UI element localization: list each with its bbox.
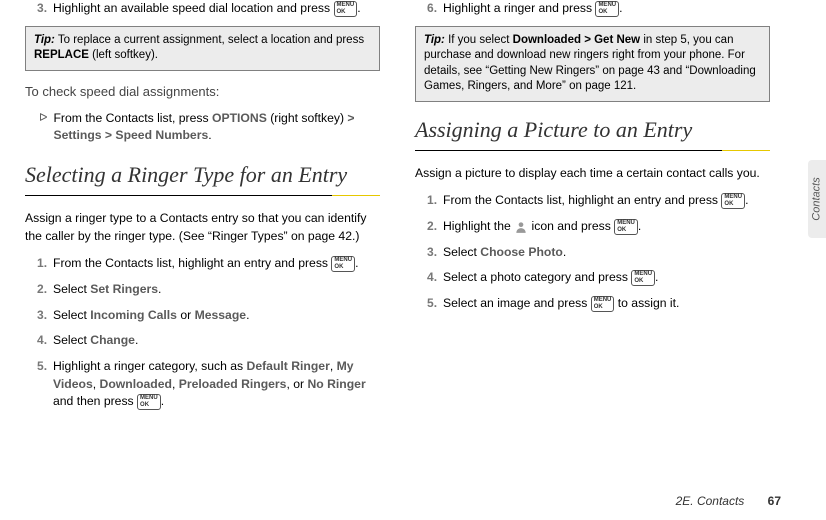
section-title-ringer: Selecting a Ringer Type for an Entry — [25, 159, 380, 193]
ringer-intro: Assign a ringer type to a Contacts entry… — [25, 210, 380, 245]
menu-ok-key-icon: MENUOK — [721, 193, 745, 209]
rs5i: , or — [286, 377, 307, 391]
ps2b: icon and press — [532, 219, 611, 233]
ps3a: Select — [443, 245, 480, 259]
rs3a: Select — [53, 308, 90, 322]
menu-ok-key-icon: MENUOK — [334, 1, 358, 17]
tip-label: Tip: — [34, 34, 55, 46]
rs5k: and then press — [53, 394, 134, 408]
menu-ok-key-icon: MENUOK — [631, 270, 655, 286]
ringer-step-6: Highlight a ringer and press MENUOK. — [427, 0, 770, 18]
step3-text: Highlight an available speed dial locati… — [53, 1, 330, 15]
side-tab: Contacts — [808, 160, 826, 238]
rs2b: Set Ringers — [90, 282, 158, 296]
tip2-a: If you select — [448, 34, 513, 46]
rs3d: Message — [195, 308, 247, 322]
rs5c: , — [330, 359, 337, 373]
bullet-b: OPTIONS — [212, 111, 267, 125]
left-column: Highlight an available speed dial locati… — [25, 0, 380, 419]
picture-step-4: Select a photo category and press MENUOK… — [427, 269, 770, 287]
menu-ok-key-icon: MENUOK — [591, 296, 615, 312]
picture-intro: Assign a picture to display each time a … — [415, 165, 770, 183]
section-rule — [25, 195, 380, 196]
ps5a: Select an image and press — [443, 296, 587, 310]
bullet-item: ᐅ From the Contacts list, press OPTIONS … — [39, 110, 380, 145]
section-rule-2 — [415, 150, 770, 151]
ringer-step-5: Highlight a ringer category, such as Def… — [37, 358, 380, 411]
bullet-a: From the Contacts list, press — [53, 111, 212, 125]
rs3c: or — [177, 308, 195, 322]
rs5a: Highlight a ringer category, such as — [53, 359, 247, 373]
ps4-text: Select a photo category and press — [443, 270, 628, 284]
section-title-picture: Assigning a Picture to an Entry — [415, 114, 770, 148]
rs5h: Preloaded Ringers — [179, 377, 287, 391]
rs5e: , — [93, 377, 100, 391]
ringer-step-1: From the Contacts list, highlight an ent… — [37, 255, 380, 273]
rs5b: Default Ringer — [247, 359, 330, 373]
menu-ok-key-icon: MENUOK — [595, 1, 619, 17]
ps3b: Choose Photo — [480, 245, 563, 259]
tip1-text-a: To replace a current assignment, select … — [58, 34, 364, 46]
menu-ok-key-icon: MENUOK — [137, 394, 161, 410]
tip1-bold: REPLACE — [34, 49, 89, 61]
rs3b: Incoming Calls — [90, 308, 177, 322]
picture-step-2: Highlight the icon and press MENUOK. — [427, 218, 770, 236]
tip-box-2: Tip: If you select Downloaded > Get New … — [415, 26, 770, 102]
bullet-e: . — [208, 128, 211, 142]
rs2a: Select — [53, 282, 90, 296]
ringer-step-3: Select Incoming Calls or Message. — [37, 307, 380, 325]
picture-step-5: Select an image and press MENUOK to assi… — [427, 295, 770, 313]
step-3: Highlight an available speed dial locati… — [37, 0, 380, 18]
side-tab-label: Contacts — [811, 177, 823, 220]
tip2-label: Tip: — [424, 34, 445, 46]
rs5g: , — [172, 377, 179, 391]
rs1-text: From the Contacts list, highlight an ent… — [53, 256, 328, 270]
menu-ok-key-icon: MENUOK — [331, 256, 355, 272]
ps2a: Highlight the — [443, 219, 514, 233]
bullet-arrow-icon: ᐅ — [39, 110, 47, 145]
ps5b: to assign it. — [614, 296, 679, 310]
picture-steps: From the Contacts list, highlight an ent… — [427, 192, 770, 312]
contact-photo-icon — [514, 220, 528, 234]
menu-ok-key-icon: MENUOK — [614, 219, 638, 235]
ringer-step-2: Select Set Ringers. — [37, 281, 380, 299]
picture-step-3: Select Choose Photo. — [427, 244, 770, 262]
bullet-c: (right softkey) — [267, 111, 348, 125]
ps1-text: From the Contacts list, highlight an ent… — [443, 193, 718, 207]
footer-section: 2E. Contacts — [676, 494, 745, 508]
right-column: Highlight a ringer and press MENUOK. Tip… — [415, 0, 770, 419]
tip1-text-b: (left softkey). — [89, 49, 158, 61]
check-speed-dial-heading: To check speed dial assignments: — [25, 83, 380, 102]
picture-step-1: From the Contacts list, highlight an ent… — [427, 192, 770, 210]
page-footer: 2E. Contacts 67 — [676, 494, 781, 508]
footer-page-number: 67 — [768, 494, 781, 508]
rs4b: Change — [90, 333, 135, 347]
ringer-step-4: Select Change. — [37, 332, 380, 350]
tip-box-1: Tip: To replace a current assignment, se… — [25, 26, 380, 71]
rs4a: Select — [53, 333, 90, 347]
bullet-content: From the Contacts list, press OPTIONS (r… — [53, 110, 380, 145]
ringer-steps: From the Contacts list, highlight an ent… — [37, 255, 380, 411]
rs5j: No Ringer — [307, 377, 365, 391]
rs5f: Downloaded — [100, 377, 172, 391]
rs6-text: Highlight a ringer and press — [443, 1, 592, 15]
tip2-b: Downloaded > Get New — [513, 34, 640, 46]
